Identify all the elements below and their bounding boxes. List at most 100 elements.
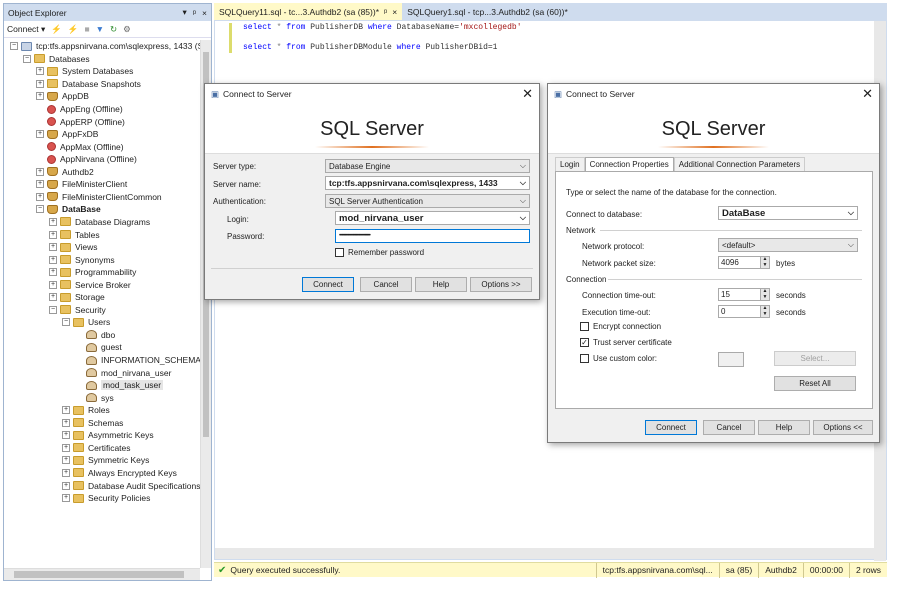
tree-node[interactable]: + FileMinisterClientCommon <box>36 191 162 204</box>
expand-icon[interactable]: + <box>36 92 44 101</box>
server-type-select[interactable]: Database Engine ⌵ <box>325 159 530 173</box>
pin-icon[interactable]: ᵖ <box>193 8 196 18</box>
options-button[interactable]: Options << <box>813 420 873 435</box>
tree-node[interactable]: + Always Encrypted Keys <box>62 467 177 480</box>
expand-icon[interactable]: + <box>36 167 44 176</box>
tree-node[interactable]: + Service Broker <box>49 278 131 291</box>
tree-node[interactable]: mod_task_user <box>75 379 164 392</box>
login-combo[interactable]: mod_nirvana_user ⌵ <box>335 211 530 225</box>
tree-node[interactable]: + Roles <box>62 404 110 417</box>
reset-all-button[interactable]: Reset All <box>774 376 856 391</box>
pin-icon[interactable]: ᵖ <box>384 7 387 17</box>
custom-color-checkbox[interactable]: Use custom color: <box>580 354 657 363</box>
tree-node[interactable]: INFORMATION_SCHEMA <box>75 354 201 367</box>
expand-icon[interactable]: + <box>62 481 70 490</box>
tree-node[interactable]: + Storage <box>49 291 105 304</box>
tree-node[interactable]: − Databases <box>23 53 90 66</box>
expand-icon[interactable]: + <box>62 443 70 452</box>
tree-node[interactable]: − DataBase <box>36 203 101 216</box>
select-color-button[interactable]: Select... <box>774 351 856 366</box>
collapse-icon[interactable]: − <box>10 42 18 51</box>
tree-node[interactable]: AppERP (Offline) <box>36 115 125 128</box>
tab-sqlquery11[interactable]: SQLQuery11.sql - tc...3.Authdb2 (sa (85)… <box>214 3 403 20</box>
connect-dropdown-button[interactable]: Connect ▾ <box>7 24 45 35</box>
expand-icon[interactable]: + <box>49 243 57 252</box>
close-button[interactable]: ✕ <box>522 86 533 102</box>
remember-password-checkbox[interactable]: Remember password <box>335 248 424 257</box>
tree-node[interactable]: + FileMinisterClient <box>36 178 127 191</box>
connect-icon[interactable]: ⚡ <box>51 24 62 35</box>
options-button[interactable]: Options >> <box>470 277 532 292</box>
tree-node[interactable]: + Programmability <box>49 266 136 279</box>
expand-icon[interactable]: + <box>62 406 70 415</box>
disconnect-icon[interactable]: ⚡ <box>68 24 79 35</box>
tree-node[interactable]: + AppDB <box>36 90 89 103</box>
collapse-icon[interactable]: − <box>62 318 70 327</box>
collapse-icon[interactable]: − <box>36 205 44 214</box>
tree-node[interactable]: − Security <box>49 304 106 317</box>
tree-node[interactable]: + Symmetric Keys <box>62 454 149 467</box>
expand-icon[interactable]: + <box>36 130 44 139</box>
connection-timeout-spinner[interactable]: 15 ▲ ▼ <box>718 288 770 301</box>
expand-icon[interactable]: + <box>62 468 70 477</box>
cancel-button[interactable]: Cancel <box>360 277 412 292</box>
tree-node[interactable]: AppEng (Offline) <box>36 103 123 116</box>
expand-icon[interactable]: + <box>36 180 44 189</box>
cancel-button[interactable]: Cancel <box>703 420 755 435</box>
filter-icon[interactable]: ▼ <box>96 24 104 34</box>
collapse-icon[interactable]: − <box>49 305 57 314</box>
tree-node[interactable]: guest <box>75 341 122 354</box>
dropdown-icon[interactable]: ▾ <box>183 7 187 18</box>
trust-certificate-checkbox[interactable]: ✓ Trust server certificate <box>580 338 672 347</box>
tree-node[interactable]: + Authdb2 <box>36 166 94 179</box>
editor-horizontal-scrollbar[interactable] <box>215 548 874 559</box>
expand-icon[interactable]: + <box>36 67 44 76</box>
expand-icon[interactable]: + <box>62 456 70 465</box>
tree-node[interactable]: + Schemas <box>62 417 123 430</box>
connect-database-combo[interactable]: DataBase ⌵ <box>718 206 858 220</box>
tree-node[interactable]: + Synonyms <box>49 253 115 266</box>
authentication-select[interactable]: SQL Server Authentication ⌵ <box>325 194 530 208</box>
expand-icon[interactable]: + <box>62 431 70 440</box>
tab-connection-properties[interactable]: Connection Properties <box>584 157 674 172</box>
refresh-icon[interactable]: ↻ <box>110 24 117 35</box>
encrypt-connection-checkbox[interactable]: Encrypt connection <box>580 322 661 331</box>
expand-icon[interactable]: + <box>62 418 70 427</box>
expand-icon[interactable]: + <box>36 79 44 88</box>
expand-icon[interactable]: + <box>49 280 57 289</box>
packet-size-spinner[interactable]: 4096 ▲ ▼ <box>718 256 770 269</box>
expand-icon[interactable]: + <box>49 230 57 239</box>
tab-additional-parameters[interactable]: Additional Connection Parameters <box>673 157 806 172</box>
collapse-icon[interactable]: − <box>23 54 31 63</box>
expand-icon[interactable]: + <box>36 192 44 201</box>
expand-icon[interactable]: + <box>49 268 57 277</box>
tree-node[interactable]: − Users <box>62 316 110 329</box>
execution-timeout-spinner[interactable]: 0 ▲ ▼ <box>718 305 770 318</box>
help-button[interactable]: Help <box>758 420 810 435</box>
tree-node[interactable]: + Database Diagrams <box>49 216 150 229</box>
help-button[interactable]: Help <box>415 277 467 292</box>
tree-node[interactable]: + Asymmetric Keys <box>62 429 154 442</box>
tree-node[interactable]: + Tables <box>49 228 100 241</box>
tree-node[interactable]: + AppFxDB <box>36 128 98 141</box>
expand-icon[interactable]: + <box>49 293 57 302</box>
activity-monitor-icon[interactable]: ⚙ <box>123 24 131 35</box>
tree-node[interactable]: AppNirvana (Offline) <box>36 153 137 166</box>
tree-node[interactable]: + Database Snapshots <box>36 78 141 91</box>
tree-node[interactable]: dbo <box>75 329 115 342</box>
password-field[interactable]: •••••••••••••••••••••••••••• <box>335 229 530 243</box>
tree-node[interactable]: sys <box>75 391 114 404</box>
expand-icon[interactable]: + <box>49 217 57 226</box>
tab-login[interactable]: Login <box>555 157 585 172</box>
tree-node[interactable]: + Security Policies <box>62 492 150 505</box>
network-protocol-select[interactable]: <default> ⌵ <box>718 238 858 252</box>
close-button[interactable]: ✕ <box>862 86 873 102</box>
tree-node[interactable]: + Database Audit Specifications <box>62 479 200 492</box>
tab-sqlquery1[interactable]: SQLQuery1.sql - tcp...3.Authdb2 (sa (60)… <box>402 3 573 20</box>
tree-node[interactable]: mod_nirvana_user <box>75 366 171 379</box>
expand-icon[interactable]: + <box>62 494 70 503</box>
connect-button[interactable]: Connect <box>645 420 697 435</box>
expand-icon[interactable]: + <box>49 255 57 264</box>
close-icon[interactable]: × <box>392 7 397 17</box>
tree-horizontal-scrollbar[interactable] <box>4 568 200 580</box>
